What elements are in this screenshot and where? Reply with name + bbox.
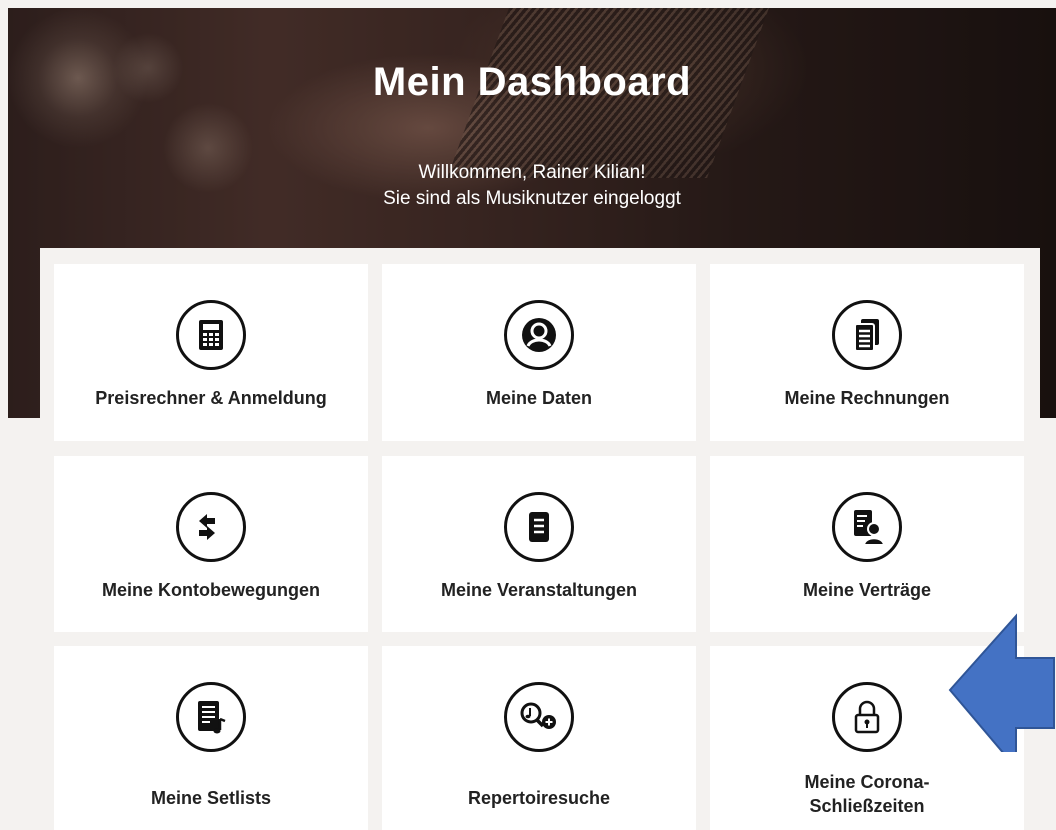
tile-label: Preisrechner & Anmeldung: [95, 388, 327, 408]
tile-label: Meine Daten: [485, 388, 593, 408]
tile-label: Meine Veranstaltungen: [440, 580, 638, 600]
padlock-icon: [832, 682, 902, 752]
welcome-message: Willkommen, Rainer Kilian! Sie sind als …: [8, 160, 1056, 212]
tile-meine-rechnungen[interactable]: Meine Rechnungen: [710, 264, 1024, 441]
tile-meine-veranstaltungen[interactable]: Meine Veranstaltungen: [382, 456, 696, 632]
tile-label: Meine Kontobewegungen: [102, 580, 320, 600]
user-icon: [504, 300, 574, 370]
tile-meine-daten[interactable]: Meine Daten: [382, 264, 696, 441]
tile-label: Repertoiresuche: [467, 788, 611, 808]
setlist-music-icon: [176, 682, 246, 752]
tile-label: Meine Verträge: [802, 580, 932, 600]
contract-person-icon: [832, 492, 902, 562]
dashboard-page: Mein Dashboard Willkommen, Rainer Kilian…: [8, 8, 1056, 830]
annotation-arrow: [948, 613, 1055, 752]
page-title: Mein Dashboard: [372, 60, 692, 104]
document-icon: [504, 492, 574, 562]
dashboard-tiles-panel: Preisrechner & Anmeldung Meine Daten Mei…: [40, 248, 1040, 830]
tile-label: Meine Setlists: [150, 788, 272, 808]
tile-label: Meine Rechnungen: [784, 388, 950, 408]
calculator-icon: [176, 300, 246, 370]
transfer-arrows-icon: [176, 492, 246, 562]
music-search-icon: [504, 682, 574, 752]
tile-meine-setlists[interactable]: Meine Setlists: [54, 646, 368, 830]
invoices-icon: [832, 300, 902, 370]
tile-meine-kontobewegungen[interactable]: Meine Kontobewegungen: [54, 456, 368, 632]
tile-repertoiresuche[interactable]: Repertoiresuche: [382, 646, 696, 830]
tile-preisrechner[interactable]: Preisrechner & Anmeldung: [54, 264, 368, 441]
tile-label: Meine Corona- Schließzeiten: [804, 772, 930, 816]
tile-meine-vertraege[interactable]: Meine Verträge: [710, 456, 1024, 632]
welcome-line: Willkommen, Rainer Kilian!: [418, 162, 646, 183]
login-status-line: Sie sind als Musiknutzer eingeloggt: [383, 188, 681, 209]
